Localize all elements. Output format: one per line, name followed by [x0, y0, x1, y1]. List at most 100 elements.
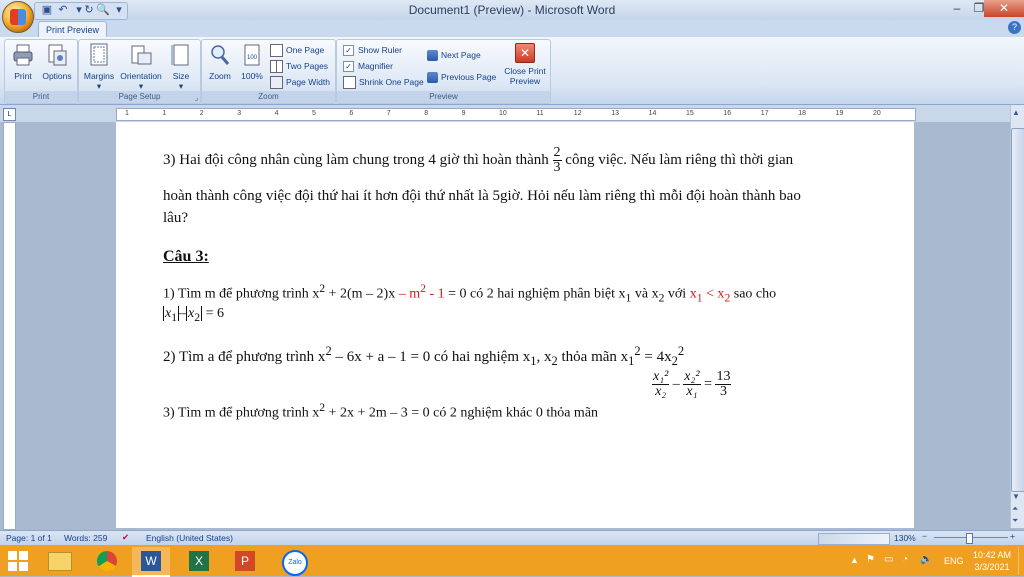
problem3-line: 3) Tìm m để phương trình x2 + 2x + 2m – … — [163, 401, 599, 421]
print-group-label: Print — [5, 91, 77, 103]
margins-icon — [90, 43, 108, 66]
page-100-icon: 100 — [244, 44, 260, 66]
problem2-line: 2) Tìm a để phương trình x2 – 6x + a – 1… — [163, 344, 685, 368]
word-taskbar-icon[interactable]: W — [132, 547, 170, 577]
page-count[interactable]: Page: 1 of 1 — [6, 533, 52, 543]
one-page-icon — [270, 44, 283, 58]
network-icon[interactable]: ⚑ — [866, 554, 875, 565]
ruler-label: 18 — [798, 110, 806, 117]
ruler-label: 20 — [873, 110, 881, 117]
page-setup-group-label: Page Setup — [79, 91, 200, 103]
volume-icon[interactable]: 🔈 — [920, 554, 932, 565]
close-print-preview-button[interactable]: ✕ Close Print Preview — [503, 43, 547, 86]
chrome-icon[interactable] — [88, 547, 126, 575]
document-page[interactable]: 3) Hai đội công nhân cùng làm chung tron… — [116, 122, 914, 528]
show-desktop-button[interactable] — [1018, 547, 1024, 575]
windows-start-icon[interactable] — [8, 551, 28, 571]
ruler-label: 6 — [349, 110, 354, 117]
scroll-up-icon[interactable]: ▲ — [1012, 108, 1020, 117]
question3-line1: 3) Hai đội công nhân cùng làm chung tron… — [163, 145, 794, 175]
fraction-thirteen-thirds: 13 3 — [715, 369, 732, 399]
vertical-ruler[interactable] — [3, 122, 16, 530]
ruler-label: 15 — [686, 110, 694, 117]
next-page-icon — [427, 50, 438, 62]
ruler-label: 17 — [760, 110, 769, 117]
preview-group: ✓ Show Ruler ✓ Magnifier Shrink One Page N… — [336, 39, 551, 104]
power-icon[interactable]: ▭ — [884, 554, 893, 565]
clock[interactable]: 10:42 AM 3/3/2021 — [970, 549, 1014, 573]
proofing-icon[interactable]: ✔ — [122, 532, 129, 543]
ruler-label: 16 — [723, 110, 732, 117]
checkbox-checked-icon: ✓ — [343, 61, 354, 73]
scroll-down-icon[interactable]: ▼ — [1012, 492, 1020, 501]
excel-taskbar-icon[interactable]: X — [180, 547, 218, 575]
ruler-label: 19 — [835, 110, 844, 117]
zoom-group-label: Zoom — [202, 91, 335, 103]
question3-line3: lâu? — [163, 210, 188, 226]
magnifier-checkbox[interactable]: ✓ Magnifier — [343, 59, 393, 73]
zoom-out-button[interactable]: − — [922, 531, 927, 541]
zoom-100-button[interactable]: 100 100% — [237, 43, 267, 81]
fraction-x1sq-over-x2: x₁² x₂ — [652, 369, 670, 399]
ruler-label: 11 — [536, 110, 544, 117]
zoom-button[interactable]: Zoom — [205, 43, 235, 81]
two-pages-button[interactable]: Two Pages — [270, 59, 328, 74]
fraction-x2sq-over-x1: x₂² x₁ — [683, 369, 701, 399]
view-buttons[interactable] — [818, 533, 890, 545]
margins-button[interactable]: Margins ▾ — [81, 43, 117, 92]
previous-page-button[interactable]: Previous Page — [427, 70, 496, 84]
page-width-button[interactable]: Page Width — [270, 75, 330, 90]
next-page-scroll-icon[interactable]: ⏷ — [1012, 516, 1018, 526]
fraction-two-thirds: 23 — [552, 145, 562, 175]
print-button[interactable]: Print — [8, 43, 38, 81]
svg-text:100: 100 — [247, 55, 258, 61]
next-page-button[interactable]: Next Page — [427, 48, 481, 62]
show-ruler-checkbox[interactable]: ✓ Show Ruler — [343, 43, 402, 57]
file-explorer-icon[interactable] — [40, 547, 78, 575]
size-button[interactable]: Size ▾ — [167, 43, 195, 92]
wifi-icon[interactable]: ◔ — [902, 554, 908, 565]
zoom-group: Zoom 100 100% One Page Two Pages Page Wi… — [201, 39, 336, 104]
page-width-icon — [270, 76, 283, 90]
zoom-level[interactable]: 130% — [894, 533, 916, 543]
status-bar: Page: 1 of 1 Words: 259 ✔ English (Unite… — [0, 530, 1024, 545]
clock-time: 10:42 AM — [972, 550, 1012, 560]
previous-page-icon — [427, 72, 438, 84]
preview-group-label: Preview — [337, 91, 550, 103]
shrink-one-page-button[interactable]: Shrink One Page — [343, 75, 424, 90]
problem1-line1: 1) Tìm m để phương trình x2 + 2(m – 2)x … — [163, 282, 777, 305]
ruler-label: 13 — [611, 110, 619, 117]
help-icon[interactable]: ? — [1008, 21, 1021, 34]
orientation-icon — [131, 45, 152, 65]
tab-selector-button[interactable]: L — [3, 108, 16, 121]
powerpoint-taskbar-icon[interactable]: P — [226, 547, 264, 575]
dialog-launcher-icon[interactable]: ⌟ — [195, 94, 198, 102]
ruler-label: 5 — [312, 110, 316, 117]
zoom-in-button[interactable]: + — [1010, 531, 1015, 541]
input-language[interactable]: ENG — [944, 556, 964, 566]
horizontal-ruler[interactable]: 1 1 2 3 4 5 6 7 8 9 10 11 12 13 14 15 16 17 18 19 20 — [116, 108, 916, 121]
printer-icon — [13, 44, 33, 66]
scrollbar-thumb[interactable] — [1011, 128, 1024, 492]
word-count[interactable]: Words: 259 — [64, 533, 107, 543]
office-button[interactable] — [2, 1, 34, 33]
clock-date: 3/3/2021 — [974, 562, 1010, 572]
shrink-page-icon — [343, 76, 356, 90]
language-indicator[interactable]: English (United States) — [146, 533, 233, 543]
zalo-taskbar-icon[interactable]: Zalo — [274, 547, 312, 576]
ruler-label: 1 — [162, 110, 167, 117]
ruler-label: 12 — [573, 110, 582, 117]
orientation-button[interactable]: Orientation ▾ — [117, 43, 165, 92]
close-button[interactable]: ✕ — [984, 0, 1024, 17]
show-hidden-icons[interactable]: ▲ — [850, 555, 859, 565]
one-page-button[interactable]: One Page — [270, 43, 324, 58]
print-group: Print Options Print — [4, 39, 78, 104]
size-icon — [171, 44, 189, 66]
ruler-label: 10 — [499, 110, 507, 117]
tab-print-preview[interactable]: Print Preview — [38, 21, 108, 38]
zoom-slider-thumb[interactable] — [966, 533, 973, 544]
two-pages-icon — [270, 60, 283, 74]
previous-page-scroll-icon[interactable]: ⏶ — [1012, 504, 1018, 514]
options-button[interactable]: Options — [39, 43, 75, 81]
question3-line2: hoàn thành công việc đội thứ hai ít hơn … — [163, 188, 801, 204]
